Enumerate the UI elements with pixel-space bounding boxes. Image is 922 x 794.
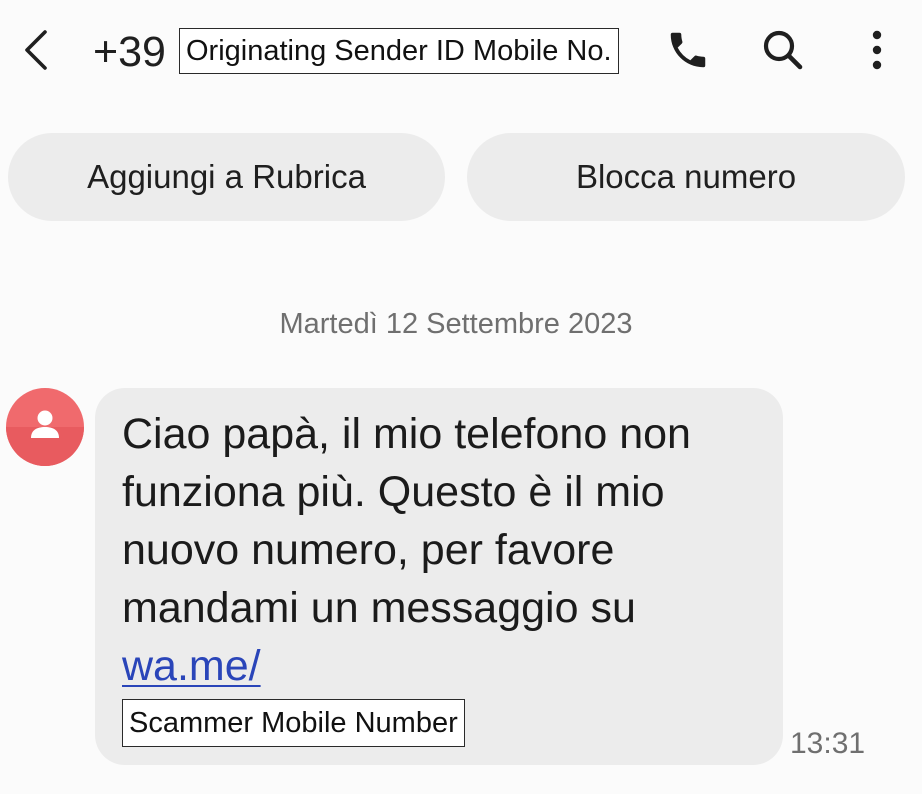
phone-icon	[670, 32, 706, 68]
message-body: Ciao papà, il mio telefono non funziona …	[122, 410, 691, 632]
message-text: Ciao papà, il mio telefono non funziona …	[122, 405, 742, 695]
block-number-button[interactable]: Blocca numero	[467, 133, 905, 221]
number-prefix: +39	[93, 28, 166, 76]
date-separator: Martedì 12 Settembre 2023	[279, 308, 633, 340]
scammer-number-redaction-label: Scammer Mobile Number	[122, 699, 465, 747]
more-options-button[interactable]	[852, 25, 902, 75]
back-arrow-icon	[25, 30, 47, 70]
sender-id-redaction-label: Originating Sender ID Mobile No.	[179, 28, 619, 74]
call-button[interactable]	[663, 25, 713, 75]
search-icon	[763, 30, 803, 70]
back-button[interactable]	[14, 26, 58, 74]
message-link[interactable]: wa.me/	[122, 642, 261, 690]
message-timestamp: 13:31	[790, 727, 866, 760]
person-icon	[31, 410, 59, 438]
search-button[interactable]	[758, 25, 808, 75]
add-to-contacts-button[interactable]: Aggiungi a Rubrica	[8, 133, 445, 221]
sender-avatar[interactable]	[6, 388, 84, 466]
more-vert-icon	[872, 30, 882, 70]
